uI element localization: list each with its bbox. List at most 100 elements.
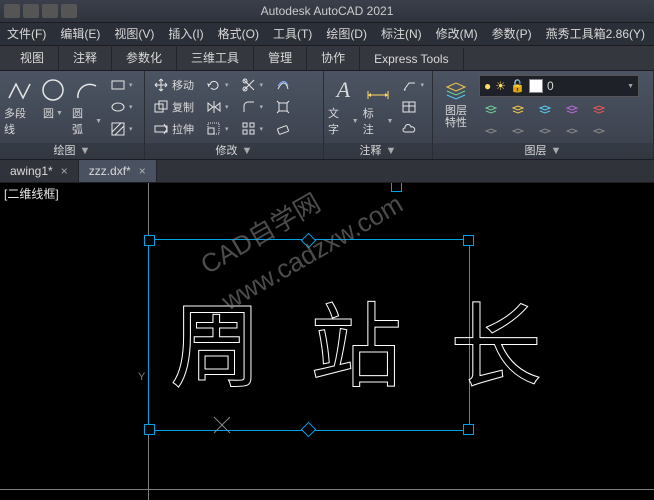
ribbon-tab-manage[interactable]: 管理 (254, 45, 307, 70)
ribbon-tab-annot[interactable]: 注释 (59, 45, 112, 70)
layer-stack-icon (591, 102, 607, 118)
ribbon: 多段线 圆▼ 圆弧▼ ▾ ▾ ▾ 绘图▼ (0, 71, 654, 160)
ribbon-tab-view[interactable]: 视图 (6, 45, 59, 70)
layer-stack-icon (483, 125, 499, 141)
bulb-icon: ● (484, 79, 491, 93)
panel-layer: 图层 特性 ● ☀ 🔓 0 ▼ (433, 71, 654, 159)
grip[interactable] (144, 424, 155, 435)
document-tabs: awing1* × zzz.dxf* × (0, 160, 654, 183)
ribbon-tab-3d[interactable]: 三维工具 (177, 45, 254, 70)
grip[interactable] (144, 235, 155, 246)
menu-edit[interactable]: 编辑(E) (53, 23, 107, 45)
array-button[interactable]: ▾ (237, 119, 268, 139)
layer-stack-icon (564, 125, 580, 141)
sun-icon: ☀ (495, 79, 506, 93)
panel-title-modify[interactable]: 修改▼ (145, 143, 323, 159)
layer-tool-10[interactable] (587, 123, 611, 143)
qat-item[interactable] (4, 4, 20, 18)
title-bar: Autodesk AutoCAD 2021 (0, 0, 654, 23)
close-icon[interactable]: × (61, 164, 68, 178)
fillet-button[interactable]: ▾ (237, 97, 268, 117)
menu-yanxiu[interactable]: 燕秀工具箱2.86(Y) (539, 23, 652, 45)
grip-top[interactable] (391, 183, 402, 192)
menu-view[interactable]: 视图(V) (107, 23, 161, 45)
offset-button[interactable] (271, 75, 295, 95)
panel-draw: 多段线 圆▼ 圆弧▼ ▾ ▾ ▾ 绘图▼ (0, 71, 145, 159)
viewport-style-label[interactable]: [二维线框] (4, 185, 59, 202)
layer-tool-1[interactable] (479, 100, 503, 120)
drawing-canvas[interactable]: [二维线框] Y 周站长 CAD自学网 www.cadzxw.com (0, 183, 654, 500)
scale-button[interactable]: ▾ (202, 119, 233, 139)
dim-button[interactable]: 标注▼ (363, 73, 394, 137)
fillet-icon (241, 99, 257, 115)
polyline-icon (6, 77, 32, 103)
menu-insert[interactable]: 插入(I) (161, 23, 210, 45)
layer-combo[interactable]: ● ☀ 🔓 0 ▼ (479, 75, 639, 97)
copy-button[interactable]: 复制 (149, 97, 198, 117)
doc-tab-2[interactable]: zzz.dxf* × (79, 160, 157, 182)
layer-tool-6[interactable] (479, 123, 503, 143)
y-axis-label: Y (138, 371, 145, 383)
panel-modify: 移动 复制 拉伸 ▾ ▾ ▾ ▾ ▾ ▾ 修改▼ (145, 71, 324, 159)
menu-draw[interactable]: 绘图(D) (319, 23, 374, 45)
hatch-icon (110, 121, 126, 137)
menu-format[interactable]: 格式(O) (211, 23, 266, 45)
cloud-button[interactable] (397, 119, 428, 139)
qat-item[interactable] (61, 4, 77, 18)
cloud-icon (401, 121, 417, 137)
stretch-button[interactable]: 拉伸 (149, 119, 198, 139)
layer-stack-icon (564, 102, 580, 118)
mirror-button[interactable]: ▾ (202, 97, 233, 117)
hatch-button[interactable]: ▾ (106, 119, 137, 139)
explode-button[interactable] (271, 97, 295, 117)
layer-tool-4[interactable] (560, 100, 584, 120)
layer-stack-icon (537, 125, 553, 141)
doc-tab-1[interactable]: awing1* × (0, 160, 79, 182)
layer-tool-2[interactable] (506, 100, 530, 120)
circle-icon (40, 77, 66, 103)
qat-item[interactable] (42, 4, 58, 18)
panel-title-draw[interactable]: 绘图▼ (0, 143, 144, 159)
layer-stack-icon (510, 125, 526, 141)
layer-tool-8[interactable] (533, 123, 557, 143)
arc-button[interactable]: 圆弧▼ (72, 73, 102, 137)
move-button[interactable]: 移动 (149, 75, 198, 95)
trim-icon (241, 77, 257, 93)
canvas-text[interactable]: 周站长 (170, 273, 590, 406)
rect-button[interactable]: ▾ (106, 75, 137, 95)
ellipse-button[interactable]: ▾ (106, 97, 137, 117)
trim-button[interactable]: ▾ (237, 75, 268, 95)
menu-file[interactable]: 文件(F) (0, 23, 53, 45)
rotate-button[interactable]: ▾ (202, 75, 233, 95)
layer-tool-3[interactable] (533, 100, 557, 120)
grip[interactable] (463, 424, 474, 435)
ribbon-tab-collab[interactable]: 协作 (307, 45, 360, 70)
text-button[interactable]: A 文字▼ (328, 73, 359, 137)
polyline-button[interactable]: 多段线 (4, 73, 34, 137)
layer-tool-7[interactable] (506, 123, 530, 143)
layer-props-button[interactable]: 图层 特性 (437, 73, 475, 129)
erase-button[interactable] (271, 119, 295, 139)
array-icon (241, 121, 257, 137)
layer-tool-5[interactable] (587, 100, 611, 120)
ribbon-tab-param[interactable]: 参数化 (112, 45, 177, 70)
panel-title-annot[interactable]: 注释▼ (324, 143, 432, 159)
menu-tools[interactable]: 工具(T) (266, 23, 319, 45)
leader-button[interactable]: ▾ (397, 75, 428, 95)
layer-stack-icon (510, 102, 526, 118)
qat-item[interactable] (23, 4, 39, 18)
qat (4, 4, 77, 18)
ellipse-icon (110, 99, 126, 115)
circle-button[interactable]: 圆▼ (38, 73, 68, 121)
table-button[interactable] (397, 97, 428, 117)
menu-param[interactable]: 参数(P) (485, 23, 539, 45)
menu-dim[interactable]: 标注(N) (374, 23, 429, 45)
close-icon[interactable]: × (139, 164, 146, 178)
app-title: Autodesk AutoCAD 2021 (261, 4, 394, 18)
layer-tool-9[interactable] (560, 123, 584, 143)
grip[interactable] (463, 235, 474, 246)
draw-small-col: ▾ ▾ ▾ (106, 73, 137, 139)
panel-title-layer[interactable]: 图层▼ (433, 143, 653, 159)
ribbon-tab-express[interactable]: Express Tools (360, 48, 463, 70)
menu-modify[interactable]: 修改(M) (429, 23, 485, 45)
